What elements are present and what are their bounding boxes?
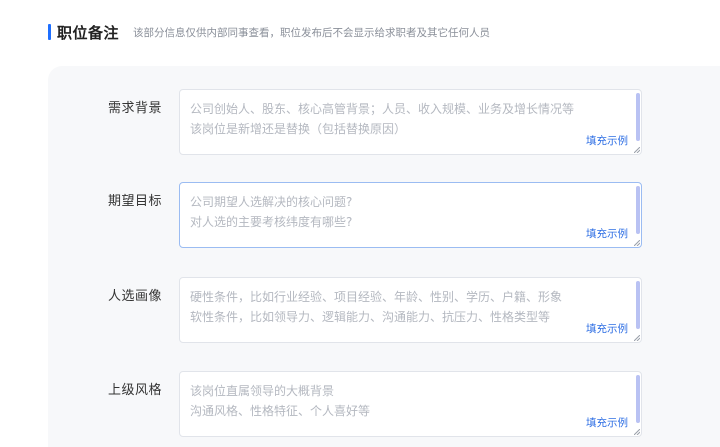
goal-textarea[interactable]: 公司期望人选解决的核心问题? 对人选的主要考核纬度有哪些? 填充示例 xyxy=(179,182,642,248)
supervisor-style-scrollbar[interactable] xyxy=(636,375,640,423)
goal-scrollbar[interactable] xyxy=(636,186,640,234)
section-header: 职位备注 该部分信息仅供内部同事查看，职位发布后不会显示给求职者及其它任何人员 xyxy=(48,22,490,42)
resize-handle-icon[interactable] xyxy=(634,335,640,341)
background-placeholder-line2: 该岗位是新增还是替换（包括替换原因） xyxy=(190,122,407,136)
resize-handle-icon[interactable] xyxy=(634,240,640,246)
resize-handle-icon[interactable] xyxy=(634,429,640,435)
field-label-supervisor-style: 上级风格 xyxy=(108,383,163,398)
field-label-goal: 期望目标 xyxy=(108,194,163,209)
candidate-profile-placeholder: 硬性条件，比如行业经验、项目经验、年龄、性别、学历、户籍、形象 软性条件，比如领… xyxy=(190,287,562,327)
section-note: 该部分信息仅供内部同事查看，职位发布后不会显示给求职者及其它任何人员 xyxy=(133,26,491,39)
goal-fill-example-link[interactable]: 填充示例 xyxy=(586,226,628,241)
candidate-profile-placeholder-line2: 软性条件，比如领导力、逻辑能力、沟通能力、抗压力、性格类型等 xyxy=(190,310,551,324)
supervisor-style-placeholder-line1: 该岗位直属领导的大概背景 xyxy=(190,384,335,398)
section-accent-bar xyxy=(48,24,51,40)
field-label-candidate-profile: 人选画像 xyxy=(108,289,163,304)
resize-handle-icon[interactable] xyxy=(634,147,640,153)
candidate-profile-scrollbar[interactable] xyxy=(636,281,640,329)
background-fill-example-link[interactable]: 填充示例 xyxy=(586,133,628,148)
supervisor-style-placeholder-line2: 沟通风格、性格特征、个人喜好等 xyxy=(190,404,371,418)
candidate-profile-textarea[interactable]: 硬性条件，比如行业经验、项目经验、年龄、性别、学历、户籍、形象 软性条件，比如领… xyxy=(179,277,642,343)
goal-placeholder-line2: 对人选的主要考核纬度有哪些? xyxy=(190,215,353,229)
supervisor-style-placeholder: 该岗位直属领导的大概背景 沟通风格、性格特征、个人喜好等 xyxy=(190,381,370,421)
background-placeholder-line1: 公司创始人、股东、核心高管背景；人员、收入规模、业务及增长情况等 xyxy=(190,102,575,116)
supervisor-style-textarea[interactable]: 该岗位直属领导的大概背景 沟通风格、性格特征、个人喜好等 填充示例 xyxy=(179,371,642,437)
field-label-background: 需求背景 xyxy=(108,101,163,116)
goal-placeholder: 公司期望人选解决的核心问题? 对人选的主要考核纬度有哪些? xyxy=(190,192,352,232)
section-title: 职位备注 xyxy=(57,23,120,42)
background-scrollbar[interactable] xyxy=(636,93,640,141)
background-placeholder: 公司创始人、股东、核心高管背景；人员、收入规模、业务及增长情况等 该岗位是新增还… xyxy=(190,99,574,139)
goal-placeholder-line1: 公司期望人选解决的核心问题? xyxy=(190,195,353,209)
background-textarea[interactable]: 公司创始人、股东、核心高管背景；人员、收入规模、业务及增长情况等 该岗位是新增还… xyxy=(179,89,642,155)
job-notes-page: 职位备注 该部分信息仅供内部同事查看，职位发布后不会显示给求职者及其它任何人员 … xyxy=(0,0,720,447)
supervisor-style-fill-example-link[interactable]: 填充示例 xyxy=(586,415,628,430)
candidate-profile-fill-example-link[interactable]: 填充示例 xyxy=(586,321,628,336)
candidate-profile-placeholder-line1: 硬性条件，比如行业经验、项目经验、年龄、性别、学历、户籍、形象 xyxy=(190,290,563,304)
